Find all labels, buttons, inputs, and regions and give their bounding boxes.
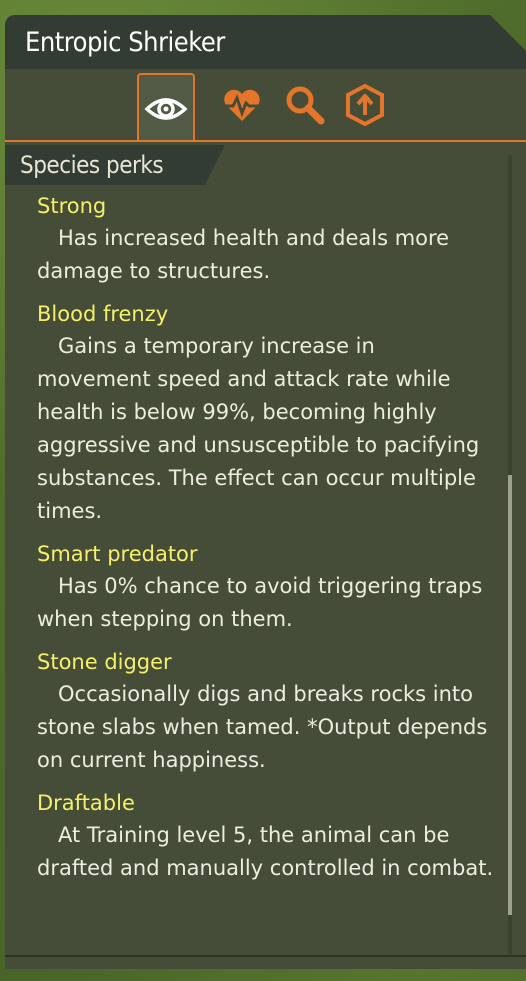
upgrade-arrow-icon xyxy=(346,83,384,127)
eye-icon xyxy=(144,97,188,120)
perk-item: Smart predator Has 0% chance to avoid tr… xyxy=(37,538,495,636)
tab-overview[interactable] xyxy=(137,73,195,142)
perk-item: Stone digger Occasionally digs and break… xyxy=(37,646,495,777)
section-header: Species perks xyxy=(5,145,225,185)
tab-underline xyxy=(5,140,526,142)
perk-name: Strong xyxy=(37,194,107,218)
magnifier-icon xyxy=(286,86,325,125)
creature-info-panel: Entropic Shrieker Species perks Strong H… xyxy=(5,15,526,969)
window-title: Entropic Shrieker xyxy=(25,27,225,58)
perk-list: Strong Has increased health and deals mo… xyxy=(5,190,495,895)
tab-bar xyxy=(5,69,526,142)
perk-item: Blood frenzy Gains a temporary increase … xyxy=(37,298,495,528)
perk-description: Has 0% chance to avoid triggering traps … xyxy=(37,574,483,631)
perk-name: Draftable xyxy=(37,791,135,815)
perk-description: At Training level 5, the animal can be d… xyxy=(37,823,494,880)
scrollbar-thumb[interactable] xyxy=(508,475,512,915)
perk-description: Gains a temporary increase in movement s… xyxy=(37,334,480,523)
perk-item: Strong Has increased health and deals mo… xyxy=(37,190,495,288)
perk-description: Occasionally digs and breaks rocks into … xyxy=(37,682,488,772)
tab-upgrade[interactable] xyxy=(338,73,392,137)
tab-health[interactable] xyxy=(215,73,269,137)
perk-description: Has increased health and deals more dama… xyxy=(37,226,450,283)
tab-inspect[interactable] xyxy=(278,73,332,137)
panel-bottom-divider xyxy=(5,955,526,957)
perk-item: Draftable At Training level 5, the anima… xyxy=(37,787,495,885)
perk-name: Stone digger xyxy=(37,650,172,674)
heart-pulse-icon xyxy=(223,89,261,121)
section-title: Species perks xyxy=(20,151,164,179)
perk-name: Smart predator xyxy=(37,542,198,566)
title-bar[interactable]: Entropic Shrieker xyxy=(5,15,526,69)
perk-name: Blood frenzy xyxy=(37,302,169,326)
